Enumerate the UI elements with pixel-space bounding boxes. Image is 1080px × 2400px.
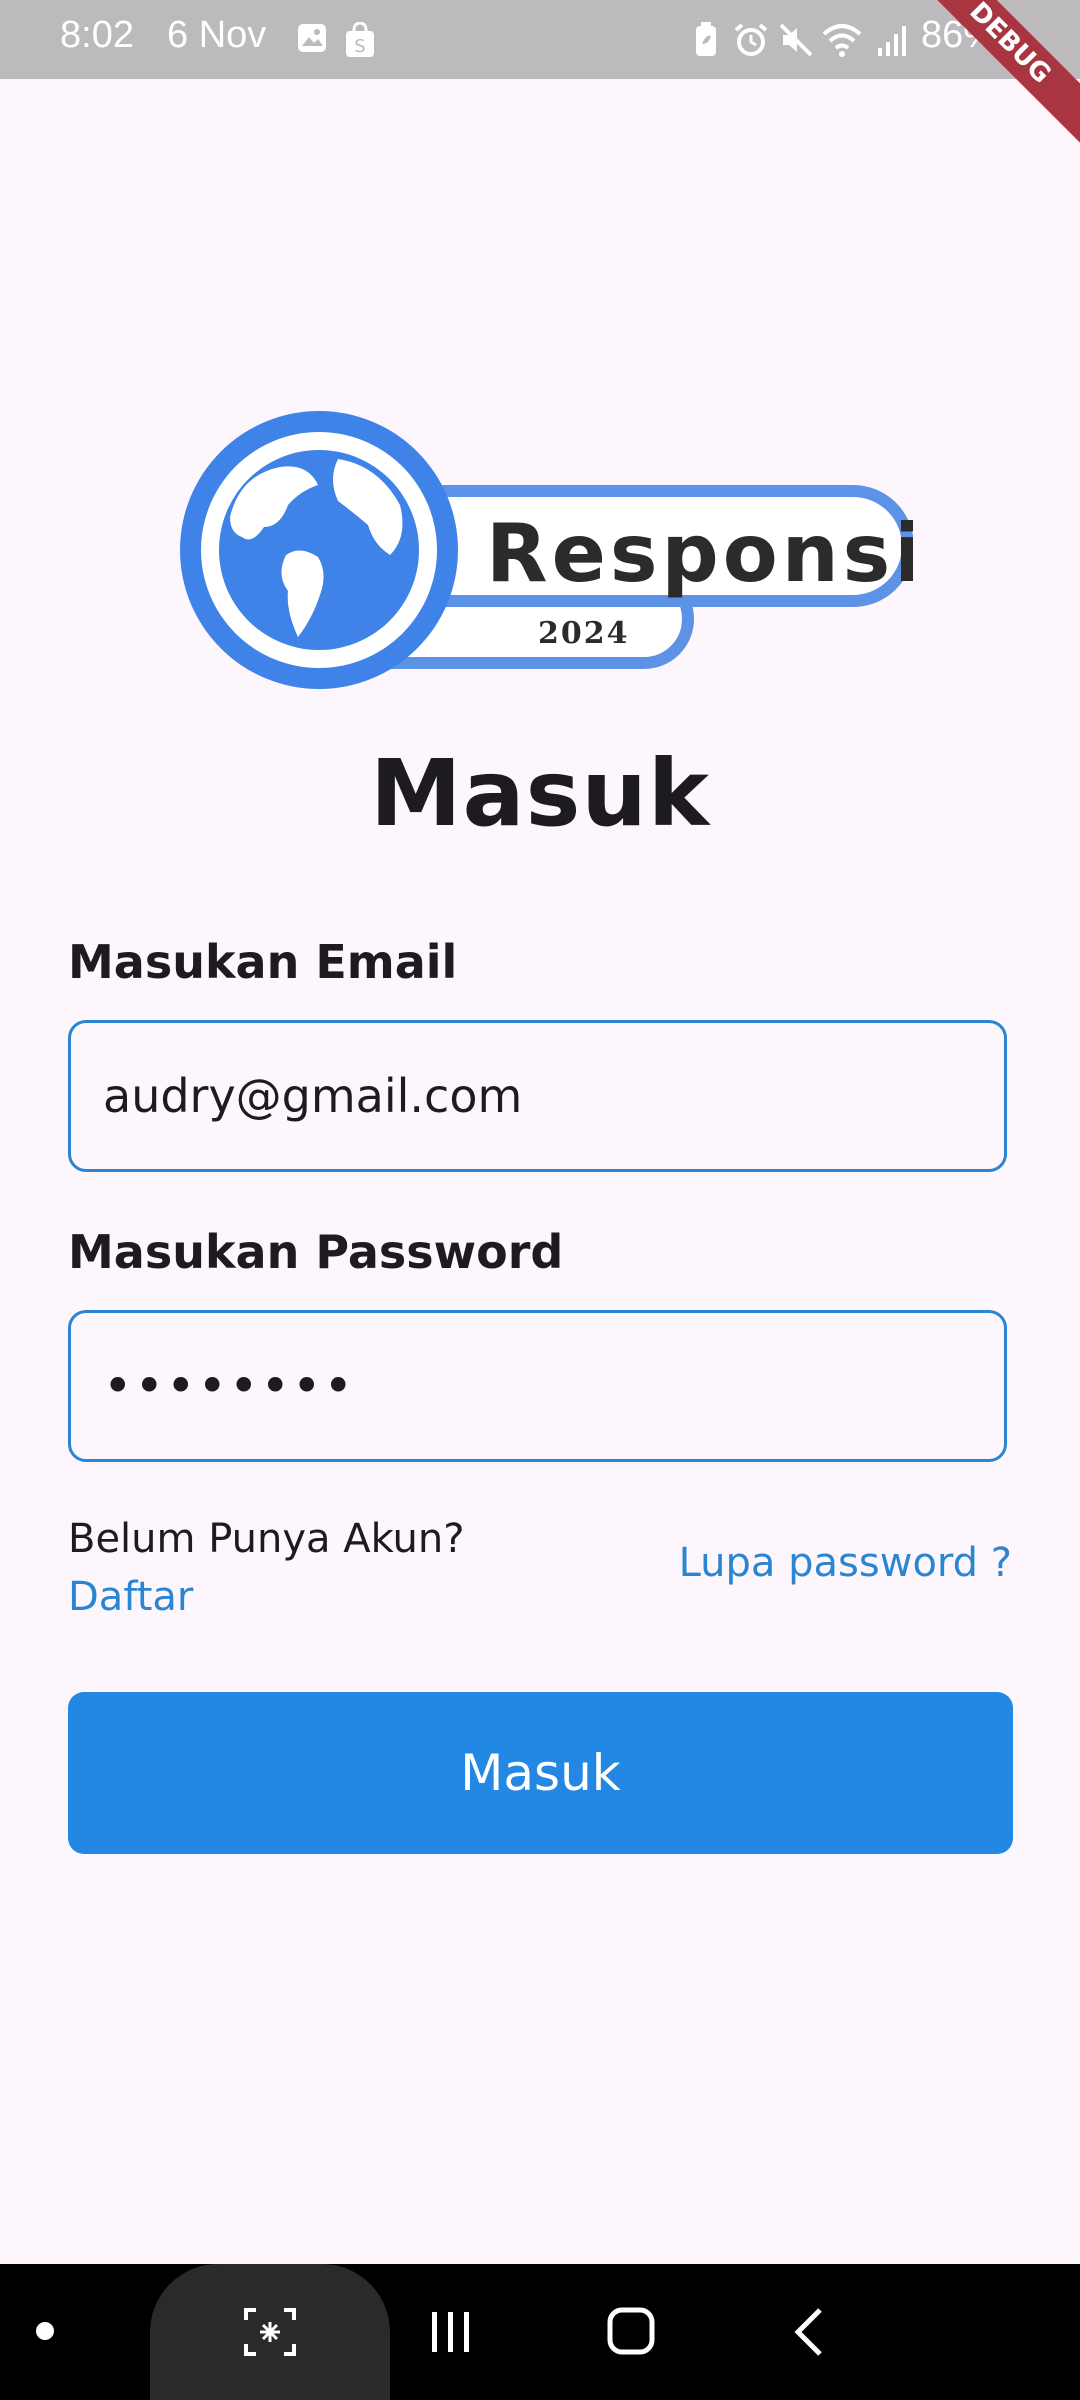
email-field[interactable]: audry@gmail.com [68,1020,1007,1172]
svg-text:S: S [354,36,365,57]
email-label: Masukan Email [68,935,458,989]
responsi-logo: Responsi 2024 [180,411,913,689]
battery-saver-icon [696,22,716,56]
back-icon[interactable] [790,2306,830,2358]
forgot-password-link[interactable]: Lupa password ? [679,1540,1012,1586]
register-link[interactable]: Daftar [68,1568,464,1626]
home-dot-icon[interactable] [34,2320,56,2342]
status-bar: 8:02 6 Nov S 86% DEBUG [0,0,1080,150]
page-title: Masuk [369,740,711,847]
status-date: 6 Nov [167,14,267,56]
home-icon[interactable] [606,2306,656,2356]
wifi-icon [822,24,862,57]
logo-year: 2024 [538,616,630,651]
password-value: •••••••• [103,1357,355,1415]
logo-title: Responsi [486,507,913,600]
shop-icon: S [346,22,374,57]
password-field[interactable]: •••••••• [68,1310,1007,1462]
gallery-icon [298,24,326,52]
alarm-icon [734,23,768,56]
no-account-text: Belum Punya Akun? [68,1516,465,1562]
email-value: audry@gmail.com [103,1069,523,1123]
login-button[interactable]: Masuk [68,1692,1013,1854]
password-label: Masukan Password [68,1225,564,1279]
screenshot-icon[interactable] [242,2306,298,2358]
signal-icon [878,26,906,56]
status-time: 8:02 [60,14,134,56]
recents-icon[interactable] [428,2308,474,2356]
register-prompt: Belum Punya Akun? Daftar [68,1510,464,1626]
mute-icon [779,23,813,57]
